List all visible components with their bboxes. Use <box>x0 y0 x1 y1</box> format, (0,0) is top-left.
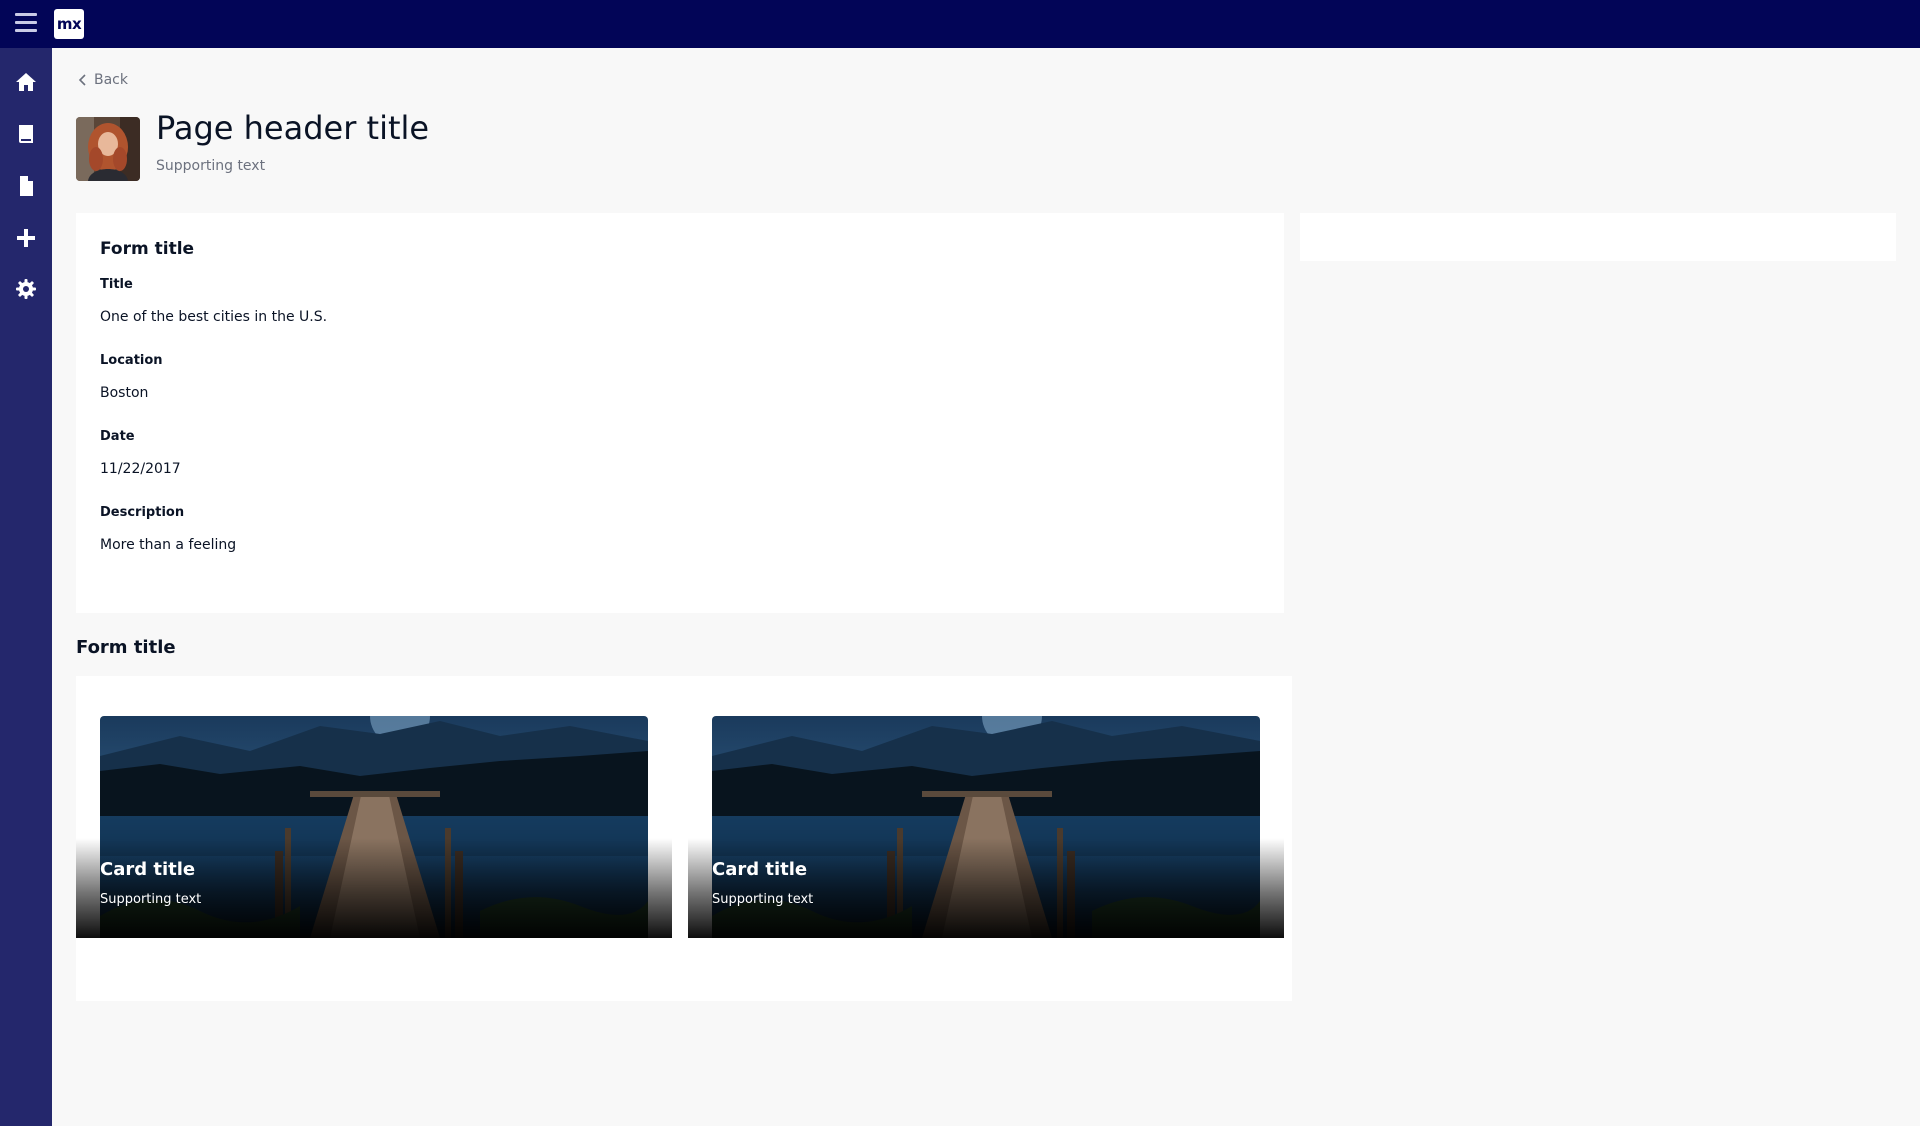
back-link[interactable]: Back <box>77 72 128 88</box>
gear-icon[interactable] <box>14 277 38 301</box>
image-overlay <box>76 838 672 938</box>
page-subtitle: Supporting text <box>156 158 266 174</box>
image-card[interactable]: Card title Supporting text <box>76 716 672 938</box>
form-card: Form title Title One of the best cities … <box>76 213 1284 613</box>
field-label-description: Description <box>100 505 185 520</box>
field-value-date: 11/22/2017 <box>100 461 181 477</box>
home-icon[interactable] <box>14 70 38 94</box>
menu-icon[interactable] <box>15 13 37 33</box>
image-overlay <box>688 838 1284 938</box>
book-icon[interactable] <box>14 122 38 146</box>
main-content: Back Page header title Supporting text F… <box>52 48 1920 1126</box>
card-subtitle: Supporting text <box>712 892 814 907</box>
field-value-description: More than a feeling <box>100 537 237 553</box>
field-label-location: Location <box>100 353 163 368</box>
back-label: Back <box>94 72 128 88</box>
field-value-location: Boston <box>100 385 149 401</box>
app-logo[interactable]: mx <box>54 9 84 39</box>
sidebar <box>0 48 52 1126</box>
card-subtitle: Supporting text <box>100 892 202 907</box>
gallery-title: Form title <box>76 637 176 658</box>
side-card <box>1300 213 1896 261</box>
field-label-date: Date <box>100 429 135 444</box>
avatar <box>76 117 140 181</box>
form-title: Form title <box>100 239 195 259</box>
gallery-card: Card title Supporting text Card title Su… <box>76 676 1292 1001</box>
chevron-left-icon <box>78 74 86 86</box>
top-navigation-bar: mx <box>0 0 1920 48</box>
card-title: Card title <box>100 859 196 880</box>
plus-icon[interactable] <box>14 226 38 250</box>
field-value-title: One of the best cities in the U.S. <box>100 309 328 325</box>
field-label-title: Title <box>100 277 133 292</box>
card-title: Card title <box>712 859 808 880</box>
document-icon[interactable] <box>14 174 38 198</box>
page-title: Page header title <box>156 109 430 147</box>
image-card[interactable]: Card title Supporting text <box>688 716 1284 938</box>
